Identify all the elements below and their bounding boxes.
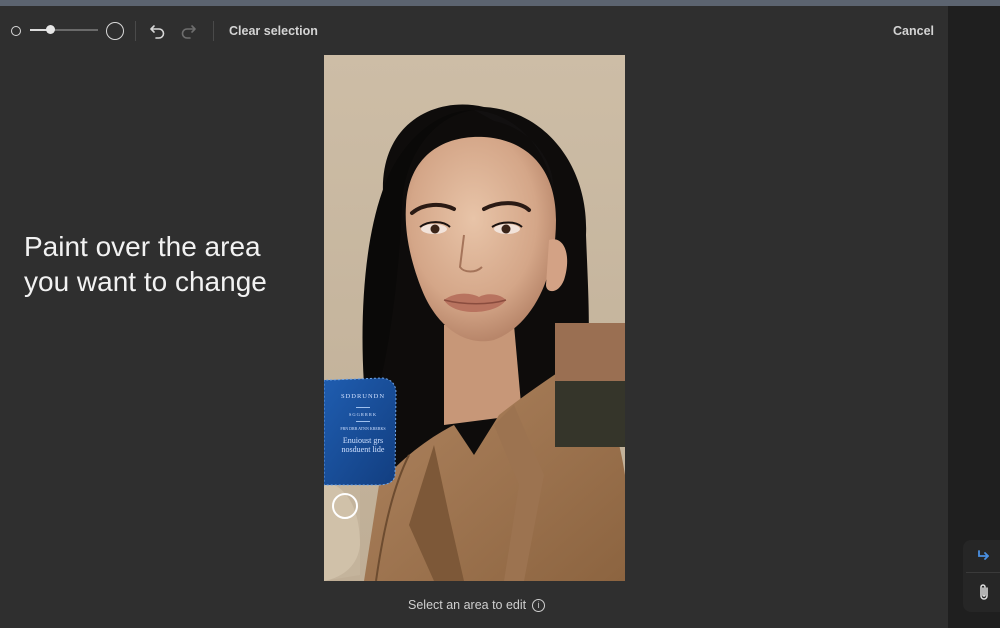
send-button[interactable]: [971, 543, 997, 569]
toolbar-divider: [213, 21, 214, 41]
image-edit-canvas[interactable]: SDDRUNDN SGGRRRK FRN DRR ATNN KRERKS Enu…: [324, 55, 625, 581]
cancel-button[interactable]: Cancel: [893, 24, 934, 38]
edit-hint: Select an area to edit i: [408, 598, 546, 612]
info-icon[interactable]: i: [532, 598, 546, 612]
edit-toolbar: Clear selection Cancel: [0, 6, 948, 56]
instruction-text: Paint over the area you want to change: [24, 229, 324, 299]
undo-button[interactable]: [147, 20, 169, 42]
toolbar-divider: [135, 21, 136, 41]
side-divider: [966, 572, 1000, 573]
redo-icon: [181, 25, 196, 39]
right-side-strip: [948, 6, 1000, 628]
arrow-return-icon: [978, 550, 989, 560]
clear-selection-button[interactable]: Clear selection: [229, 24, 318, 38]
slider-thumb[interactable]: [45, 25, 55, 34]
instruction-line-2: you want to change: [24, 266, 267, 297]
brush-cursor: [332, 493, 358, 519]
label-card-text: SDDRUNDN SGGRRRK FRN DRR ATNN KRERKS Enu…: [330, 393, 396, 454]
brush-size-small-icon: [11, 26, 21, 36]
instruction-line-1: Paint over the area: [24, 231, 261, 262]
label-line: SDDRUNDN: [340, 393, 386, 400]
undo-icon: [150, 25, 165, 39]
paperclip-icon: [980, 584, 988, 600]
redo-button[interactable]: [177, 20, 199, 42]
portrait-image: [324, 55, 625, 581]
brush-size-large-icon: [106, 22, 124, 40]
label-line: SGGRRRK: [348, 412, 378, 417]
label-line: Enuioust grs: [342, 436, 384, 445]
label-line: nosduent lide: [341, 445, 385, 454]
brush-size-slider[interactable]: [30, 22, 98, 38]
attach-button[interactable]: [971, 579, 997, 605]
hint-text: Select an area to edit: [408, 598, 527, 612]
label-line: FRN DRR ATNN KRERKS: [340, 426, 386, 431]
